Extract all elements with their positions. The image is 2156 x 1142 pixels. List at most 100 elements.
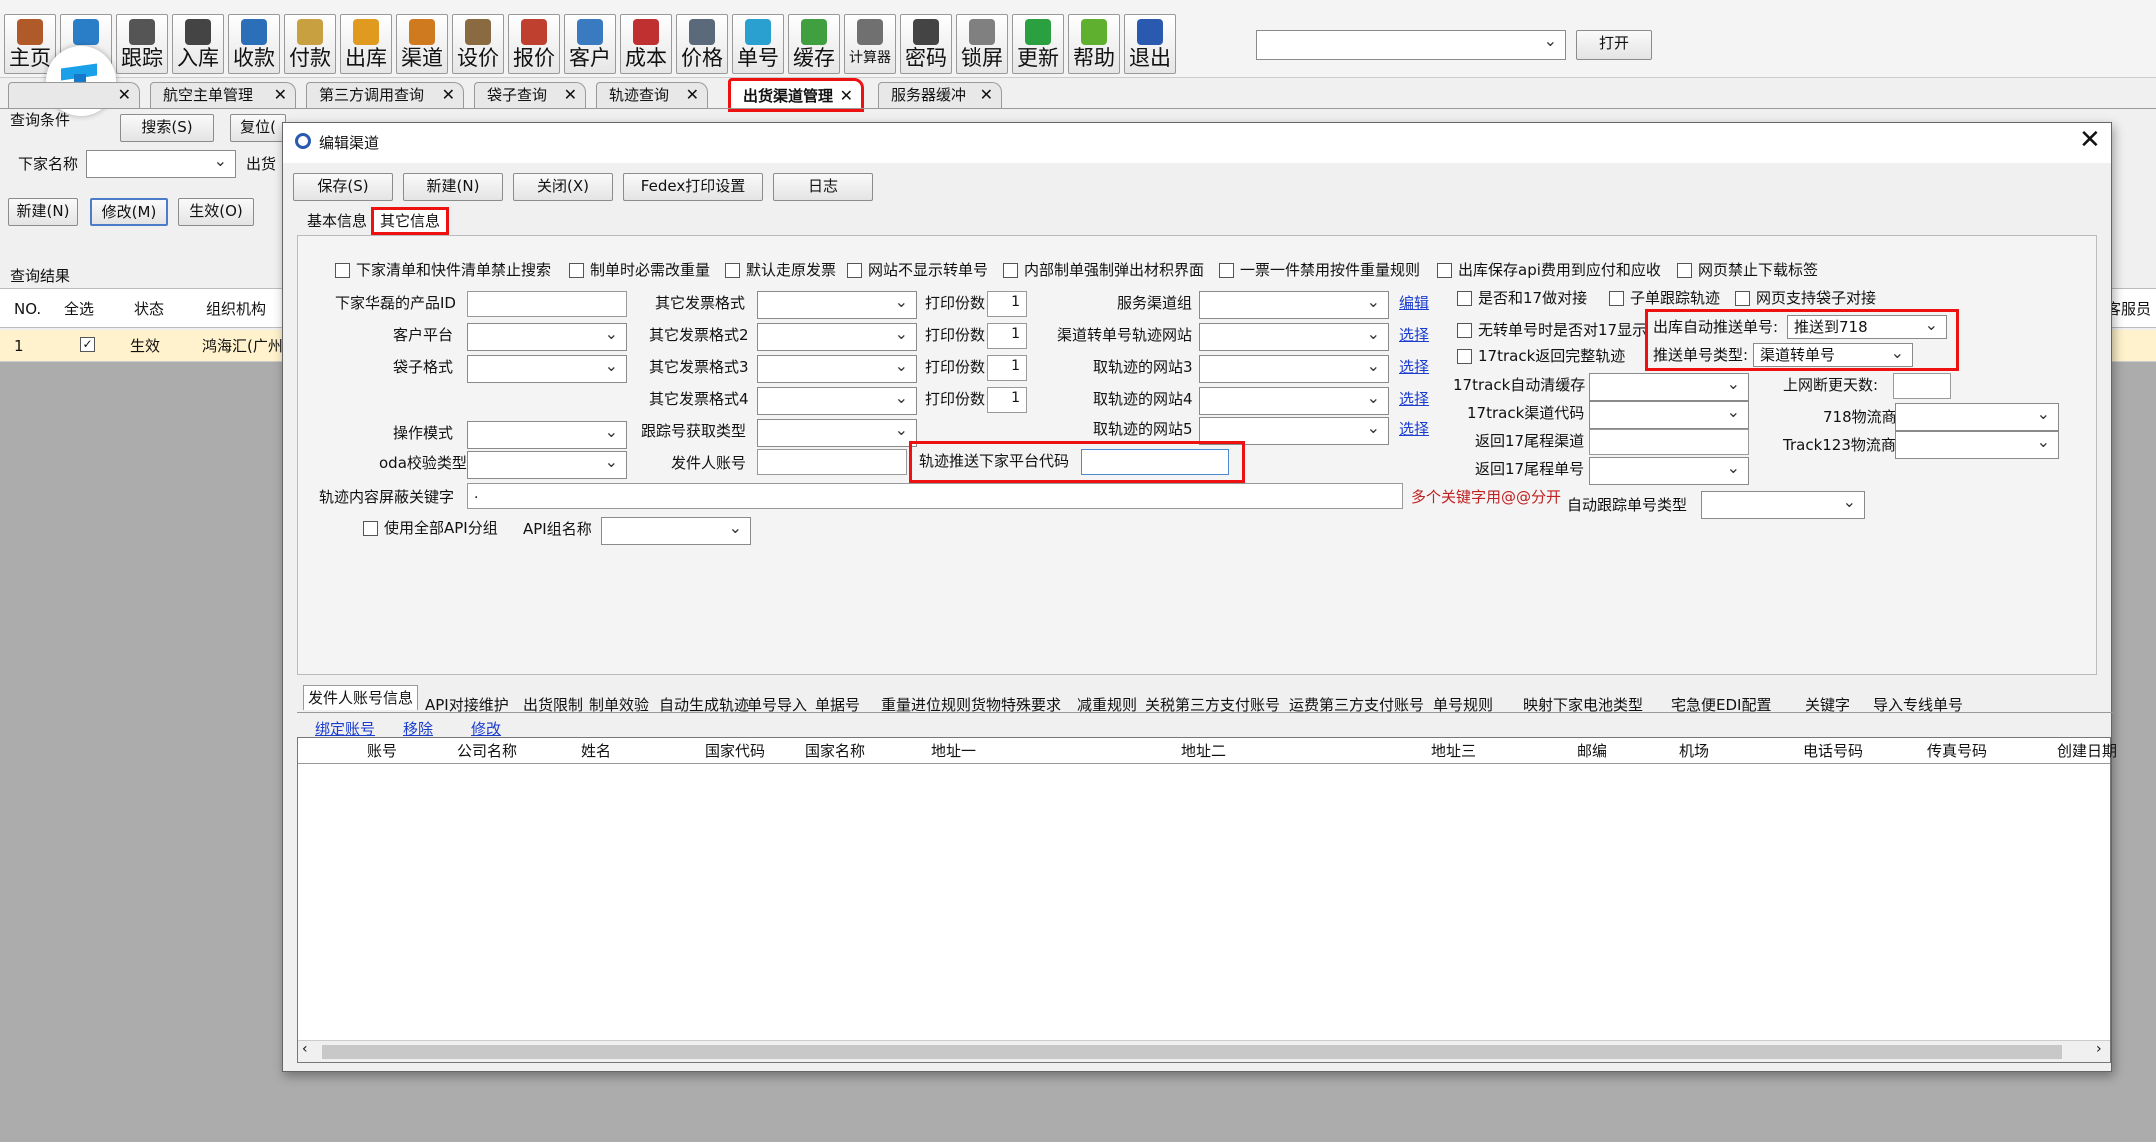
print-count3-input[interactable]: 1 [987, 355, 1027, 381]
push-code-input[interactable] [1081, 449, 1229, 475]
bottom-tab[interactable]: 制单效验 [589, 695, 649, 715]
track-type-select[interactable] [757, 419, 917, 447]
sender-account-input[interactable] [757, 449, 907, 475]
tab-bag-query[interactable]: 袋子查询 ✕ [474, 82, 586, 108]
column-header[interactable]: 账号 [367, 741, 397, 761]
check-17-integration[interactable]: 是否和17做对接 [1457, 287, 1587, 309]
scroll-right-icon[interactable]: › [2096, 1041, 2102, 1057]
check-disable-label-download[interactable]: 网页禁止下载标签 [1677, 259, 1818, 281]
toolbar-button-chart[interactable]: 成本 [620, 14, 672, 74]
column-header[interactable]: 地址二 [1181, 741, 1226, 761]
site4-select[interactable] [1199, 387, 1389, 415]
close-icon[interactable]: ✕ [840, 81, 853, 111]
toolbar-button-download[interactable]: 更新 [1012, 14, 1064, 74]
toolbar-button-power[interactable]: 退出 [1124, 14, 1176, 74]
t17-code-select[interactable] [1589, 401, 1749, 429]
check-web-bag[interactable]: 网页支持袋子对接 [1735, 287, 1876, 309]
toolbar-button-wifi[interactable]: 跟踪 [116, 14, 168, 74]
bottom-tab[interactable]: 关键字 [1805, 695, 1850, 715]
open-button[interactable]: 打开 [1576, 30, 1652, 60]
activate-button[interactable]: 生效(O) [178, 198, 254, 226]
track123-select[interactable] [1895, 431, 2059, 459]
tab-home[interactable]: ✕ [8, 82, 140, 108]
column-header[interactable]: 邮编 [1577, 741, 1607, 761]
transfer-site-select[interactable] [1199, 323, 1389, 351]
bottom-tab[interactable]: 运费第三方支付账号 [1289, 695, 1424, 715]
close-icon[interactable]: ✕ [2079, 125, 2101, 155]
return-number-select[interactable] [1589, 457, 1749, 485]
column-header[interactable]: 国家名称 [805, 741, 865, 761]
bottom-tab[interactable]: 货物特殊要求 [971, 695, 1061, 715]
choose-site5-link[interactable]: 选择 [1399, 417, 1429, 441]
save-button[interactable]: 保存(S) [293, 173, 393, 201]
print-count4-input[interactable]: 1 [987, 387, 1027, 413]
new-button[interactable]: 新建(N) [403, 173, 503, 201]
column-header[interactable]: 姓名 [581, 741, 611, 761]
tab-air-master[interactable]: 航空主单管理 ✕ [150, 82, 296, 108]
scroll-thumb[interactable] [322, 1045, 2062, 1059]
toolbar-button-price[interactable]: 价格 [676, 14, 728, 74]
return-channel-input[interactable] [1589, 429, 1749, 455]
column-header[interactable]: 传真号码 [1927, 741, 1987, 761]
top-combo-select[interactable] [1256, 30, 1566, 60]
keyword-input[interactable]: . [467, 483, 1403, 509]
oda-type-select[interactable] [467, 451, 627, 479]
invoice-format3-select[interactable] [757, 355, 917, 383]
toolbar-button-quote[interactable]: 报价 [508, 14, 560, 74]
toolbar-button-key[interactable]: 密码 [900, 14, 952, 74]
op-mode-select[interactable] [467, 421, 627, 449]
close-icon[interactable]: ✕ [564, 83, 577, 107]
logistics718-select[interactable] [1895, 403, 2059, 431]
toolbar-button-eye[interactable]: 单号 [732, 14, 784, 74]
edit-record-button[interactable]: 修改(M) [90, 198, 168, 226]
bottom-tab[interactable]: 发件人账号信息 [303, 685, 419, 710]
bottom-tab[interactable]: 重量进位规则 [881, 695, 971, 715]
close-button[interactable]: 关闭(X) [513, 173, 613, 201]
new-record-button[interactable]: 新建(N) [8, 198, 78, 226]
bottom-tab[interactable]: API对接维护 [425, 695, 509, 715]
toolbar-button-scale[interactable]: 设价 [452, 14, 504, 74]
check-hide-transfer[interactable]: 网站不显示转单号 [847, 259, 988, 281]
column-header[interactable]: 地址一 [931, 741, 976, 761]
toolbar-button-calculator[interactable]: 计算器 [844, 14, 896, 74]
check-no-transfer-17[interactable]: 无转单号时是否对17显示 [1457, 319, 1647, 341]
client-platform-select[interactable] [467, 323, 627, 351]
check-sub-track[interactable]: 子单跟踪轨迹 [1609, 287, 1720, 309]
bottom-tab[interactable]: 关税第三方支付账号 [1145, 695, 1280, 715]
auto-track-type-select[interactable] [1701, 491, 1865, 519]
api-group-select[interactable] [601, 517, 751, 545]
check-default-invoice[interactable]: 默认走原发票 [725, 259, 836, 281]
fedex-print-button[interactable]: Fedex打印设置 [623, 173, 763, 201]
column-header[interactable]: 创建日期 [2057, 741, 2117, 761]
toolbar-button-help[interactable]: 帮助 [1068, 14, 1120, 74]
search-button[interactable]: 搜索(S) [120, 114, 214, 142]
tab-outbound-channel[interactable]: 出货渠道管理 ✕ [728, 78, 864, 112]
close-icon[interactable]: ✕ [980, 83, 993, 107]
bottom-tab[interactable]: 导入专线单号 [1873, 695, 1963, 715]
online-days-input[interactable] [1893, 373, 1951, 399]
check-use-all-api[interactable]: 使用全部API分组 [363, 517, 498, 539]
auto-push-select[interactable]: 推送到718 [1787, 315, 1947, 339]
bottom-tab[interactable]: 单号规则 [1433, 695, 1493, 715]
print-count2-input[interactable]: 1 [987, 323, 1027, 349]
bottom-tab[interactable]: 自动生成轨迹 [659, 695, 749, 715]
invoice-format4-select[interactable] [757, 387, 917, 415]
horizontal-scrollbar[interactable]: ‹ › [298, 1040, 2110, 1062]
check-api-fee[interactable]: 出库保存api费用到应付和应收 [1437, 259, 1661, 281]
close-icon[interactable]: ✕ [686, 83, 699, 107]
column-header[interactable]: 地址三 [1431, 741, 1476, 761]
tab-track-query[interactable]: 轨迹查询 ✕ [596, 82, 708, 108]
choose-site3-link[interactable]: 选择 [1399, 355, 1429, 379]
choose-site4-link[interactable]: 选择 [1399, 387, 1429, 411]
check-disable-piece-weight[interactable]: 一票一件禁用按件重量规则 [1219, 259, 1420, 281]
tab-third-party-query[interactable]: 第三方调用查询 ✕ [306, 82, 464, 108]
check-hide-lists[interactable]: 下家清单和快件清单禁止搜索 [335, 259, 551, 281]
column-header[interactable]: 国家代码 [705, 741, 765, 761]
bag-format-select[interactable] [467, 355, 627, 383]
push-type-select[interactable]: 渠道转单号 [1753, 343, 1913, 367]
bottom-tab[interactable]: 减重规则 [1077, 695, 1137, 715]
print-count-input[interactable]: 1 [987, 291, 1027, 317]
scroll-left-icon[interactable]: ‹ [302, 1041, 308, 1057]
toolbar-button-yen[interactable]: 收款 [228, 14, 280, 74]
toolbar-button-channel[interactable]: 渠道 [396, 14, 448, 74]
